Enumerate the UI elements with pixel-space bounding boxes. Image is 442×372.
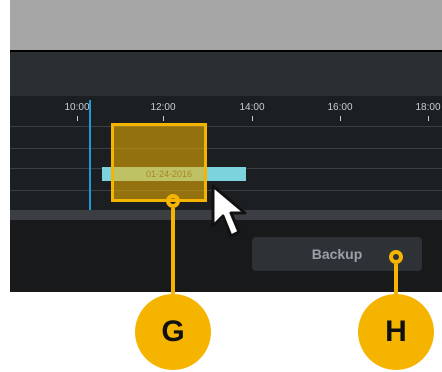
time-label-1400: 14:00: [239, 102, 265, 113]
callout-g-line: [171, 208, 175, 294]
time-tick: [340, 116, 341, 121]
callout-h-line: [394, 264, 398, 294]
time-label-1800: 18:00: [415, 102, 441, 113]
time-tick: [163, 116, 164, 121]
current-time-marker[interactable]: [89, 100, 91, 210]
time-label-1200: 12:00: [150, 102, 176, 113]
time-label-1600: 16:00: [327, 102, 353, 113]
time-tick: [77, 116, 78, 121]
track-line: [10, 126, 442, 127]
callout-g: G: [135, 294, 211, 370]
callout-g-anchor: [166, 194, 180, 208]
time-label-1000: 10:00: [64, 102, 90, 113]
callout-h: H: [358, 294, 434, 370]
track-line: [10, 148, 442, 149]
time-tick: [428, 116, 429, 121]
time-tick: [252, 116, 253, 121]
mouse-cursor-icon: [211, 184, 247, 238]
callout-h-anchor: [389, 250, 403, 264]
selection-highlight: [111, 123, 207, 202]
top-gray-band: [10, 0, 442, 50]
toolbar: [10, 50, 442, 96]
